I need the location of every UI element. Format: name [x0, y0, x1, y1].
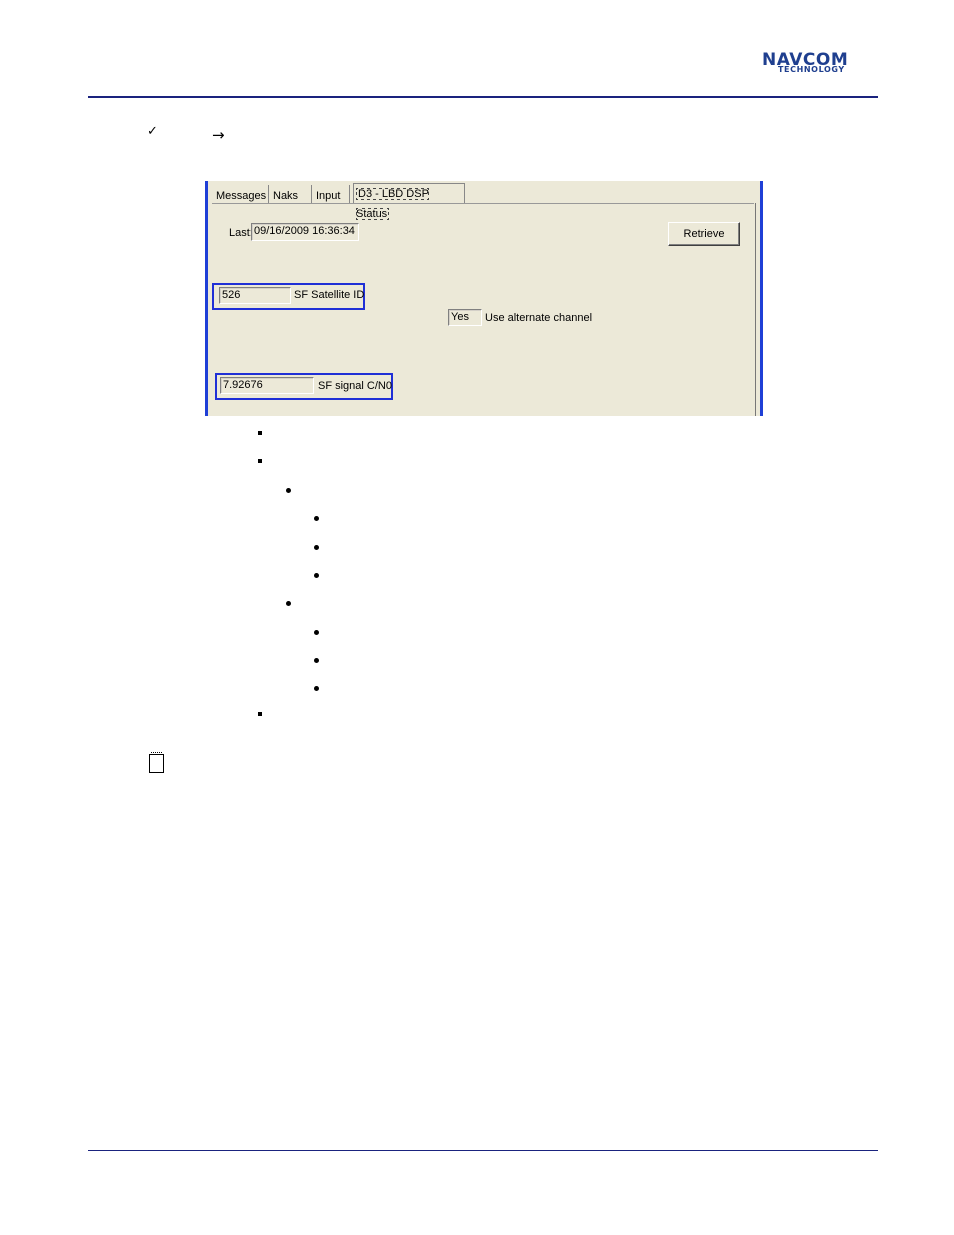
round-bullet-icon: [314, 658, 319, 663]
checkmark-icon: ✓: [147, 124, 158, 139]
notepad-icon: [149, 752, 164, 773]
round-bullet-icon: [314, 573, 319, 578]
sf-satellite-id-label: SF Satellite ID: [294, 289, 365, 301]
retrieve-button-label: Retrieve: [683, 228, 725, 240]
panel-edge: [755, 203, 756, 416]
tab-divider: [212, 203, 754, 204]
footer-rule: [88, 1150, 878, 1151]
lbd-dsp-status-screenshot: Messages Naks Input D3 - LBD DSP Status …: [205, 181, 763, 416]
round-bullet-icon: [314, 686, 319, 691]
sf-signal-cn0-label: SF signal C/N0: [318, 380, 392, 392]
round-bullet-icon: [286, 488, 291, 493]
square-bullet-icon: [258, 712, 262, 716]
round-bullet-icon: [286, 601, 291, 606]
tab-naks[interactable]: Naks: [273, 185, 312, 203]
last-timestamp-field: 09/16/2009 16:36:34: [251, 223, 359, 241]
round-bullet-icon: [314, 516, 319, 521]
header-rule: [88, 96, 878, 98]
square-bullet-icon: [258, 459, 262, 463]
tab-d3-lbd-dsp-status[interactable]: D3 - LBD DSP Status: [353, 183, 465, 220]
tab-messages[interactable]: Messages: [216, 185, 269, 203]
round-bullet-icon: [314, 630, 319, 635]
sf-signal-cn0-field: 7.92676: [220, 377, 314, 394]
round-bullet-icon: [314, 545, 319, 550]
tab-input[interactable]: Input: [316, 185, 350, 203]
retrieve-button[interactable]: Retrieve: [668, 222, 740, 246]
last-label: Last:: [229, 227, 253, 239]
logo-secondary-text: TECHNOLOGY: [778, 65, 845, 74]
alternate-channel-label: Use alternate channel: [485, 312, 593, 324]
navcom-logo: NAVCOM TECHNOLOGY: [762, 52, 882, 75]
sf-satellite-id-field: 526: [219, 287, 291, 304]
alternate-channel-field: Yes: [448, 309, 482, 326]
arrow-right-icon: →: [212, 126, 225, 144]
square-bullet-icon: [258, 431, 262, 435]
tab-active-label: D3 - LBD DSP Status: [356, 188, 429, 220]
